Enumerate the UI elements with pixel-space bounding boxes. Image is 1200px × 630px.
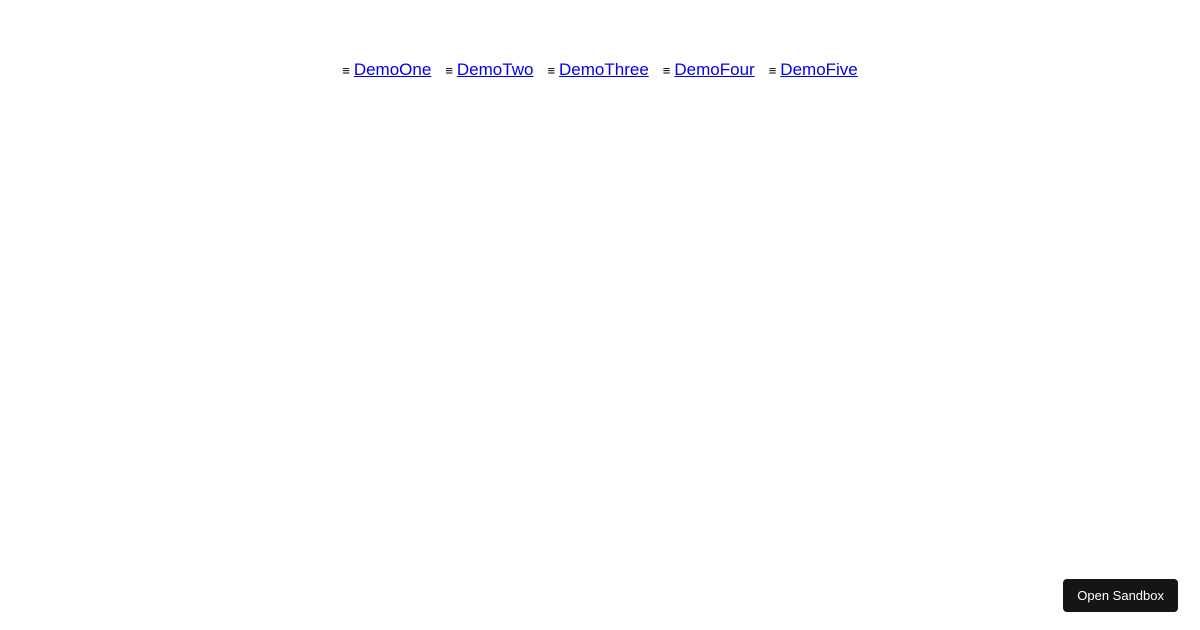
drag-handle-icon[interactable]: ≡ [342, 64, 350, 77]
nav-link-demo-two[interactable]: DemoTwo [457, 60, 534, 80]
nav-link-demo-five[interactable]: DemoFive [780, 60, 857, 80]
nav-item[interactable]: ≡ DemoThree [547, 60, 648, 80]
drag-handle-icon[interactable]: ≡ [663, 64, 671, 77]
nav-link-demo-four[interactable]: DemoFour [674, 60, 754, 80]
nav-link-demo-one[interactable]: DemoOne [354, 60, 431, 80]
drag-handle-icon[interactable]: ≡ [769, 64, 777, 77]
nav-link-demo-three[interactable]: DemoThree [559, 60, 649, 80]
nav-item[interactable]: ≡ DemoFour [663, 60, 755, 80]
open-sandbox-button[interactable]: Open Sandbox [1063, 579, 1178, 612]
nav-item[interactable]: ≡ DemoOne [342, 60, 431, 80]
drag-handle-icon[interactable]: ≡ [445, 64, 453, 77]
nav-item[interactable]: ≡ DemoTwo [445, 60, 533, 80]
nav-item[interactable]: ≡ DemoFive [769, 60, 858, 80]
nav-list: ≡ DemoOne ≡ DemoTwo ≡ DemoThree ≡ DemoFo… [0, 0, 1200, 80]
drag-handle-icon[interactable]: ≡ [547, 64, 555, 77]
